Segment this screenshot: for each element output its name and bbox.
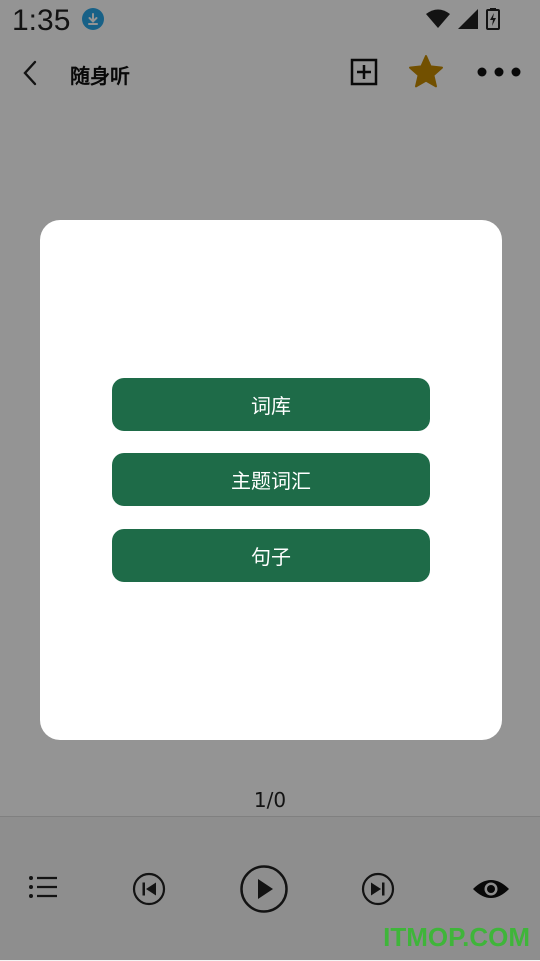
watermark: ITMOP.COM [383, 922, 530, 952]
sentences-button[interactable]: 句子 [112, 529, 430, 582]
topic-vocabulary-button[interactable]: 主题词汇 [112, 453, 430, 506]
vocabulary-button[interactable]: 词库 [112, 378, 430, 431]
mode-select-dialog: 词库 主题词汇 句子 [40, 220, 502, 740]
